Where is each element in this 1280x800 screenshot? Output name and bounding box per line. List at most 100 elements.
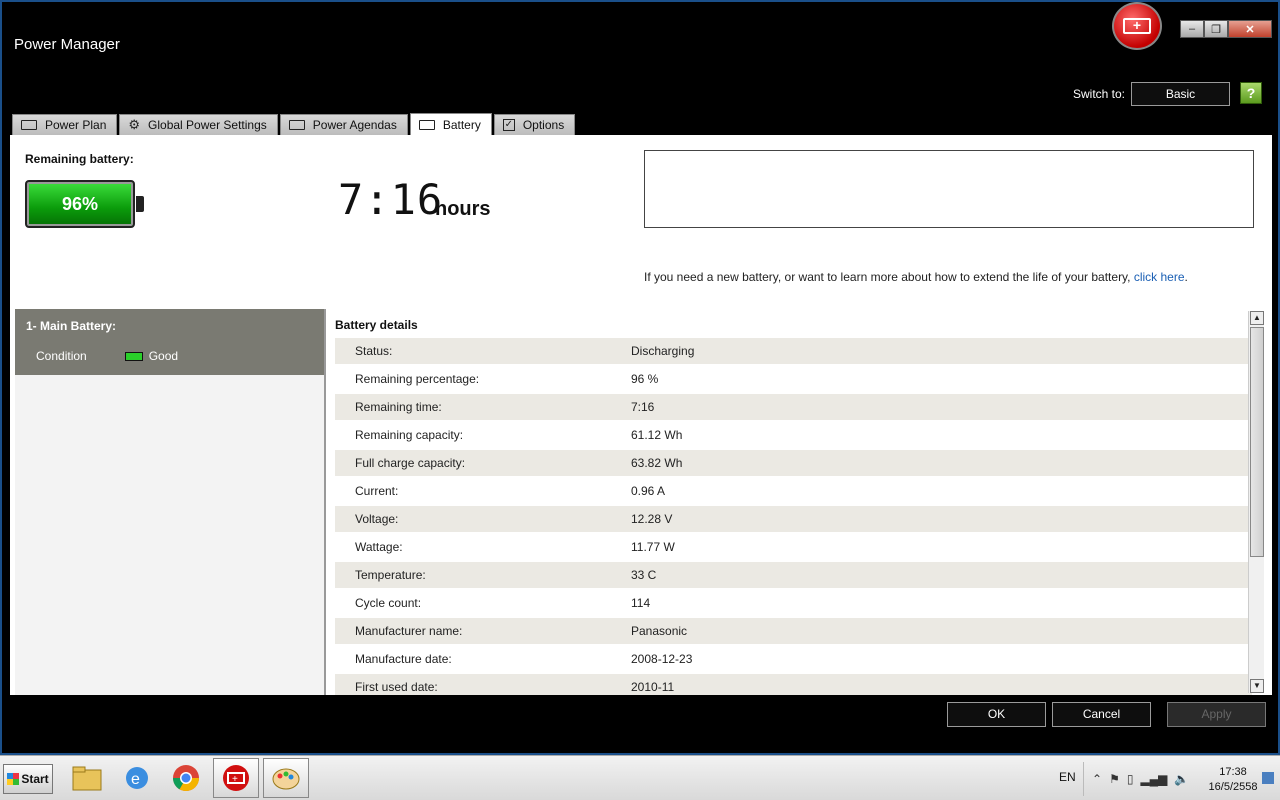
minimize-button[interactable]: – (1180, 20, 1204, 38)
detail-row: First used date: 2010-11 (335, 674, 1252, 695)
clock-time: 17:38 (1219, 766, 1247, 778)
windows-logo-icon (7, 773, 20, 785)
battery-gauge: 96% (25, 180, 135, 228)
tab-options[interactable]: ✓ Options (493, 114, 576, 135)
tab-label: Power Plan (45, 118, 107, 132)
detail-row: Remaining time: 7:16 (335, 394, 1252, 420)
battery-info-text: If you need a new battery, or want to le… (644, 270, 1188, 284)
remaining-battery-label: Remaining battery: (25, 152, 134, 166)
paint-icon[interactable] (263, 758, 309, 798)
detail-value: 96 % (631, 372, 659, 386)
detail-label: Manufacture date: (355, 652, 452, 666)
ok-button[interactable]: OK (947, 702, 1046, 727)
detail-label: Status: (355, 344, 393, 358)
internet-explorer-icon[interactable]: e (114, 758, 160, 798)
main-battery-item[interactable]: 1- Main Battery: Condition Good (15, 309, 324, 375)
battery-outline-icon (21, 120, 37, 130)
detail-row: Manufacturer name: Panasonic (335, 618, 1252, 644)
battery-info-box (644, 150, 1254, 228)
detail-label: Cycle count: (355, 596, 422, 610)
tab-label: Global Power Settings (148, 118, 267, 132)
tab-bar: Power Plan ⚙ Global Power Settings Power… (12, 113, 577, 135)
details-scrollbar[interactable]: ▲ ▼ (1248, 311, 1264, 693)
close-button[interactable]: ✕ (1228, 20, 1272, 38)
battery-good-icon (124, 351, 143, 361)
tab-global-power-settings[interactable]: ⚙ Global Power Settings (119, 114, 278, 135)
detail-row: Cycle count: 114 (335, 590, 1252, 616)
detail-label: First used date: (355, 680, 438, 694)
detail-value: Discharging (631, 344, 695, 358)
battery-details: Battery details Status: Discharging Remain… (328, 309, 1268, 695)
battery-plus-icon: + (1123, 18, 1151, 34)
main-battery-title: 1- Main Battery: (26, 319, 117, 333)
scroll-up-arrow-icon[interactable]: ▲ (1250, 311, 1264, 325)
chrome-icon[interactable] (163, 758, 209, 798)
tab-power-plan[interactable]: Power Plan (12, 114, 118, 135)
detail-label: Temperature: (355, 568, 426, 582)
volume-icon[interactable]: 🔈 (1174, 772, 1189, 786)
battery-list: 1- Main Battery: Condition Good (15, 309, 326, 695)
svg-text:+: + (232, 774, 238, 785)
action-center-icon[interactable]: ⚑ (1109, 772, 1120, 786)
tab-power-agendas[interactable]: Power Agendas (279, 114, 408, 135)
detail-row: Wattage: 11.77 W (335, 534, 1252, 560)
detail-row: Status: Discharging (335, 338, 1252, 364)
window-title: Power Manager (14, 36, 120, 53)
remaining-time: 7:16 (338, 175, 444, 224)
detail-value: 61.12 Wh (631, 428, 683, 442)
restore-button[interactable]: ❐ (1204, 20, 1228, 38)
detail-label: Remaining percentage: (355, 372, 480, 386)
battery-clock-icon (288, 120, 305, 130)
taskbar: Start e + EN ⌃ ⚑ ▯ ▂▄▆ 🔈 17:38 16/5/2558 (0, 755, 1280, 800)
detail-label: Remaining capacity: (355, 428, 464, 442)
detail-value: 12.28 V (631, 512, 673, 526)
show-hidden-icons-icon[interactable]: ⌃ (1092, 772, 1102, 786)
file-explorer-icon[interactable] (64, 758, 110, 798)
switch-basic-button[interactable]: Basic (1131, 82, 1230, 106)
detail-label: Current: (355, 484, 399, 498)
battery-details-title: Battery details (335, 318, 418, 332)
show-desktop-button[interactable] (1262, 772, 1274, 784)
detail-row: Full charge capacity: 63.82 Wh (335, 450, 1252, 476)
info-tail: . (1184, 270, 1188, 284)
tab-label: Power Agendas (312, 118, 397, 132)
tab-battery[interactable]: Battery (409, 113, 492, 135)
help-icon[interactable]: ? (1240, 82, 1262, 104)
cancel-button[interactable]: Cancel (1052, 702, 1151, 727)
battery-outline-icon (418, 119, 435, 130)
condition-label: Condition (36, 349, 87, 363)
system-tray: ⌃ ⚑ ▯ ▂▄▆ 🔈 (1083, 762, 1205, 796)
remaining-time-unit: hours (435, 198, 491, 220)
svg-text:e: e (131, 771, 140, 788)
detail-row: Remaining percentage: 96 % (335, 366, 1252, 392)
condition-row: Condition Good (26, 349, 313, 363)
detail-value: 11.77 W (631, 540, 675, 554)
detail-row: Current: 0.96 A (335, 478, 1252, 504)
click-here-link[interactable]: click here (1134, 270, 1185, 284)
clock-date: 16/5/2558 (1208, 781, 1258, 793)
scrollbar-thumb[interactable] (1250, 327, 1264, 557)
battery-icon[interactable]: ▯ (1127, 772, 1134, 786)
detail-row: Voltage: 12.28 V (335, 506, 1252, 532)
tab-label: Battery (442, 117, 481, 132)
detail-label: Full charge capacity: (355, 456, 466, 470)
apply-button[interactable]: Apply (1167, 702, 1266, 727)
power-manager-icon[interactable]: + (213, 758, 259, 798)
detail-value: 0.96 A (631, 484, 666, 498)
detail-value: Panasonic (631, 624, 688, 638)
detail-value: 114 (631, 596, 651, 610)
battery-percent: 96% (61, 194, 99, 214)
power-manager-logo: + (1112, 2, 1162, 50)
gear-icon: ⚙ (128, 117, 141, 132)
language-indicator[interactable]: EN (1059, 770, 1076, 784)
network-signal-icon[interactable]: ▂▄▆ (1140, 772, 1167, 786)
checkbox-icon: ✓ (502, 119, 515, 131)
detail-row: Manufacture date: 2008-12-23 (335, 646, 1252, 672)
detail-value: 63.82 Wh (631, 456, 683, 470)
detail-value: 33 C (631, 568, 657, 582)
clock[interactable]: 17:38 16/5/2558 (1207, 765, 1259, 795)
detail-row: Remaining capacity: 61.12 Wh (335, 422, 1252, 448)
scroll-down-arrow-icon[interactable]: ▼ (1250, 679, 1264, 693)
start-button[interactable]: Start (3, 764, 53, 794)
detail-value: 7:16 (631, 400, 655, 414)
